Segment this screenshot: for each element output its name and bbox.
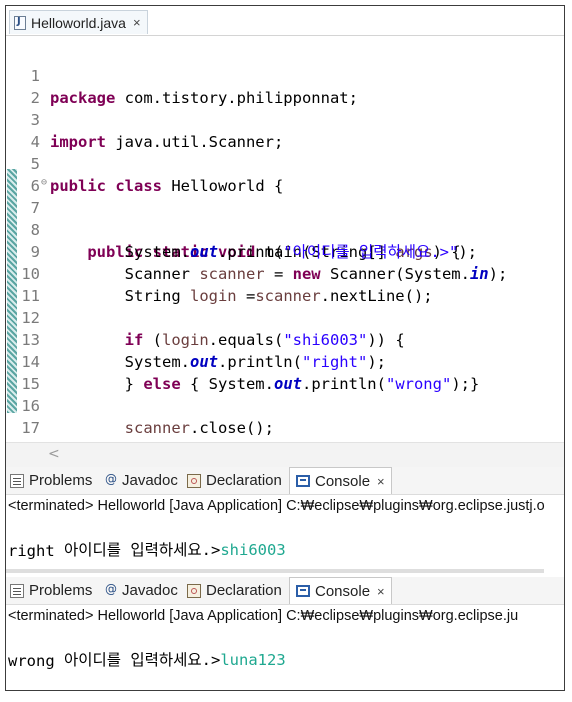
tab-label: Javadoc bbox=[122, 582, 178, 599]
divider bbox=[6, 569, 544, 573]
code-line-5: 5 public class Helloworld { bbox=[6, 131, 564, 195]
code-line-2: 2 bbox=[6, 65, 564, 107]
console-status-line: <terminated> Helloworld [Java Applicatio… bbox=[8, 498, 545, 514]
tab-declaration[interactable]: Declaration bbox=[187, 577, 282, 604]
code-line-10: 10 String login =scanner.nextLine(); bbox=[6, 241, 564, 305]
fold-collapse-icon[interactable]: ⊖ bbox=[41, 172, 47, 194]
editor-tab-bar: Helloworld.java × bbox=[6, 6, 564, 36]
console-panel-2: Problems Javadoc Declaration Console × <… bbox=[6, 577, 564, 687]
tab-label: Declaration bbox=[206, 582, 282, 599]
console-result: wrong bbox=[8, 652, 55, 670]
console-prompt: 아이디를 입력하세요.> bbox=[64, 541, 221, 559]
code-editor[interactable]: 1 package com.tistory.philipponnat; 2 3 … bbox=[6, 36, 564, 481]
tab-problems[interactable]: Problems bbox=[10, 577, 92, 604]
panel-tab-bar: Problems Javadoc Declaration Console × bbox=[6, 467, 564, 495]
problems-icon bbox=[10, 583, 24, 598]
scroll-left-icon[interactable]: < bbox=[48, 446, 60, 462]
editor-tab-helloworld[interactable]: Helloworld.java × bbox=[9, 10, 148, 34]
code-line-15: 15 bbox=[6, 351, 564, 393]
console-prompt: 아이디를 입력하세요.> bbox=[64, 651, 221, 669]
javadoc-icon bbox=[105, 582, 117, 597]
code-line-9: 9 Scanner scanner = new Scanner(System.i… bbox=[6, 219, 564, 283]
tab-label: Console bbox=[315, 472, 371, 490]
code-line-11: 11 bbox=[6, 263, 564, 305]
tab-console[interactable]: Console × bbox=[289, 577, 392, 604]
code-line-18: 18 } bbox=[6, 417, 564, 481]
panel-tab-bar: Problems Javadoc Declaration Console × bbox=[6, 577, 564, 605]
tab-label: Problems bbox=[29, 582, 93, 599]
console-result: right bbox=[8, 542, 55, 560]
code-line-1: 1 package com.tistory.philipponnat; bbox=[6, 43, 564, 107]
horizontal-scrollbar[interactable]: < bbox=[6, 442, 564, 467]
console-user-input: luna123 bbox=[220, 651, 286, 669]
problems-icon bbox=[10, 473, 24, 488]
code-line-12: 12 if (login.equals("shi6003")) { bbox=[6, 285, 564, 349]
close-icon[interactable]: × bbox=[377, 474, 385, 489]
screenshot-frame: Helloworld.java × 1 package com.tistory.… bbox=[5, 5, 565, 691]
java-file-icon bbox=[14, 15, 26, 30]
code-line-6: 6 bbox=[6, 153, 564, 195]
code-line-3: 3 import java.util.Scanner; bbox=[6, 87, 564, 151]
console-user-input: shi6003 bbox=[220, 541, 286, 559]
tab-label: Console bbox=[315, 582, 371, 600]
tab-declaration[interactable]: Declaration bbox=[187, 467, 282, 494]
code-line-8: 8 System.out.print("아이디를 입력하세요.>"); bbox=[6, 197, 564, 261]
close-icon[interactable]: × bbox=[377, 584, 385, 599]
code-line-4: 4 bbox=[6, 109, 564, 151]
tab-label: Problems bbox=[29, 472, 93, 489]
code-line-14: 14 } else { System.out.println("wrong");… bbox=[6, 329, 564, 393]
declaration-icon bbox=[187, 473, 201, 488]
console-status-line: <terminated> Helloworld [Java Applicatio… bbox=[8, 608, 519, 624]
declaration-icon bbox=[187, 583, 201, 598]
editor-tab-label: Helloworld.java bbox=[31, 14, 126, 31]
code-line-17: 17 } bbox=[6, 395, 564, 459]
console-output-line: 아이디를 입력하세요.>luna123 bbox=[8, 627, 286, 669]
code-line-16: 16 scanner.close(); bbox=[6, 373, 564, 437]
tab-label: Javadoc bbox=[122, 472, 178, 489]
tab-label: Declaration bbox=[206, 472, 282, 489]
code-line-13: 13 System.out.println("right"); bbox=[6, 307, 564, 371]
code-line-7: 7 ⊖ public static void main(String[] arg… bbox=[6, 172, 564, 261]
close-icon[interactable]: × bbox=[133, 15, 141, 30]
tab-console[interactable]: Console × bbox=[289, 467, 392, 494]
console-panel-1: Problems Javadoc Declaration Console × <… bbox=[6, 467, 564, 563]
console-output-line: 아이디를 입력하세요.>shi6003 bbox=[8, 517, 286, 559]
console-icon bbox=[296, 475, 310, 487]
tab-problems[interactable]: Problems bbox=[10, 467, 92, 494]
tab-javadoc[interactable]: Javadoc bbox=[105, 577, 178, 604]
javadoc-icon bbox=[105, 472, 117, 487]
tab-javadoc[interactable]: Javadoc bbox=[105, 467, 178, 494]
console-icon bbox=[296, 585, 310, 597]
